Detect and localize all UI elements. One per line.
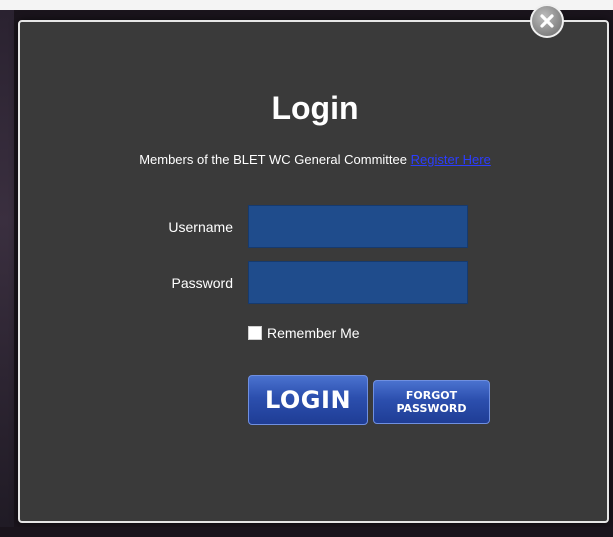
close-icon bbox=[539, 13, 555, 29]
page-background-bottom bbox=[0, 527, 613, 537]
login-button[interactable]: LOGIN bbox=[248, 375, 368, 425]
page-background-top bbox=[0, 0, 613, 10]
register-link[interactable]: Register Here bbox=[411, 152, 491, 167]
subtitle-text: Members of the BLET WC General Committee bbox=[139, 152, 411, 167]
remember-me-checkbox[interactable] bbox=[248, 326, 262, 340]
remember-me[interactable]: Remember Me bbox=[248, 325, 360, 341]
username-input[interactable] bbox=[248, 205, 468, 248]
subtitle: Members of the BLET WC General Committee… bbox=[0, 152, 613, 167]
close-button[interactable] bbox=[530, 4, 564, 38]
username-label: Username bbox=[168, 219, 233, 235]
password-label: Password bbox=[171, 275, 233, 291]
page-title: Login bbox=[271, 90, 359, 126]
password-input[interactable] bbox=[248, 261, 468, 304]
forgot-password-button[interactable]: FORGOT PASSWORD bbox=[373, 380, 490, 424]
remember-me-label: Remember Me bbox=[267, 325, 360, 341]
